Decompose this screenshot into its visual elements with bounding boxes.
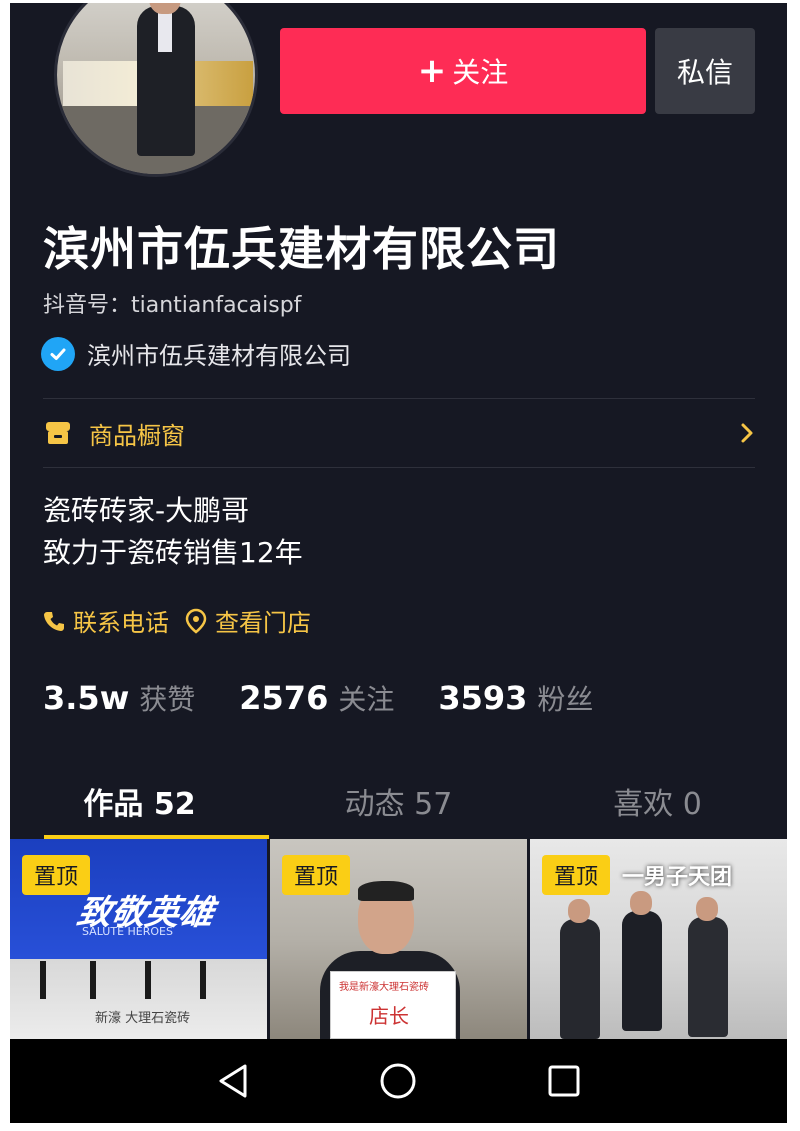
video-grid: 致敬英雄 SALUTE HEROES 新濠 大理石瓷砖 置顶 我是新濠大理石瓷砖… xyxy=(10,839,787,1039)
plus-icon: + xyxy=(417,51,447,91)
stat-followers[interactable]: 3593 粉丝 xyxy=(438,678,593,718)
message-button[interactable]: 私信 xyxy=(655,28,755,114)
profile-screen: + 关注 私信 滨州市伍兵建材有限公司 抖音号：tiantianfacaispf… xyxy=(10,3,787,1123)
nav-recent-icon xyxy=(548,1065,580,1097)
followers-count: 3593 xyxy=(438,679,528,717)
showcase-label: 商品橱窗 xyxy=(89,421,185,450)
nav-back-button[interactable] xyxy=(203,1051,263,1111)
avatar-shirt xyxy=(158,12,172,52)
nav-home-icon xyxy=(380,1063,416,1099)
video-thumbnail[interactable]: 我是新濠大理石瓷砖 店长 置顶 xyxy=(270,839,527,1039)
verified-name: 滨州市伍兵建材有限公司 xyxy=(87,342,351,370)
video-person xyxy=(622,911,662,1031)
likes-count: 3.5w xyxy=(43,679,130,717)
follow-button[interactable]: + 关注 xyxy=(280,28,646,114)
store-label: 查看门店 xyxy=(215,609,311,637)
stat-likes[interactable]: 3.5w 获赞 xyxy=(43,678,195,718)
divider xyxy=(43,467,755,468)
followers-label: 粉丝 xyxy=(537,683,594,716)
nav-home-button[interactable] xyxy=(368,1051,428,1111)
decor-bar xyxy=(40,961,46,999)
video-person-head xyxy=(568,899,590,923)
follow-button-label: 关注 xyxy=(452,56,509,89)
bio-line: 致力于瓷砖销售12年 xyxy=(43,536,303,569)
message-button-label: 私信 xyxy=(676,56,733,89)
video-sub-text: SALUTE HEROES xyxy=(82,925,173,938)
nav-back-icon xyxy=(219,1064,247,1098)
chevron-right-icon xyxy=(741,423,753,443)
following-label: 关注 xyxy=(338,683,395,716)
avatar[interactable] xyxy=(54,3,258,177)
phone-icon xyxy=(44,611,64,631)
tab-works[interactable]: 作品 52 xyxy=(10,763,269,839)
pinned-badge: 置顶 xyxy=(282,855,351,895)
system-nav-bar xyxy=(10,1039,787,1123)
bio-line: 瓷砖砖家-大鹏哥 xyxy=(43,494,250,527)
bio: 瓷砖砖家-大鹏哥 致力于瓷砖销售12年 xyxy=(43,490,303,574)
video-person-head xyxy=(696,897,718,921)
contact-phone-button[interactable]: 联系电话 xyxy=(43,603,169,638)
phone-label: 联系电话 xyxy=(73,609,169,637)
video-sign: 我是新濠大理石瓷砖 店长 xyxy=(330,971,456,1039)
nav-recent-button[interactable] xyxy=(534,1051,594,1111)
verification-row: 滨州市伍兵建材有限公司 xyxy=(41,336,351,371)
video-person-head xyxy=(630,891,652,915)
sign-line: 店长 xyxy=(369,1004,409,1028)
likes-label: 获赞 xyxy=(139,683,196,716)
video-person xyxy=(560,919,600,1039)
video-overlay-text: 一男子天团 xyxy=(622,865,733,890)
product-showcase-row[interactable]: 商品橱窗 xyxy=(43,399,755,467)
pinned-badge: 置顶 xyxy=(542,855,611,895)
video-store-text: 新濠 大理石瓷砖 xyxy=(95,1011,191,1026)
verified-check-icon xyxy=(41,336,75,371)
sign-line: 我是新濠大理石瓷砖 xyxy=(339,982,429,993)
decor-bar xyxy=(90,961,96,999)
video-thumbnail[interactable]: 致敬英雄 SALUTE HEROES 新濠 大理石瓷砖 置顶 xyxy=(10,839,267,1039)
stat-following[interactable]: 2576 关注 xyxy=(239,678,394,718)
contact-row: 联系电话 查看门店 xyxy=(43,603,321,638)
video-person xyxy=(688,917,728,1037)
decor-bar xyxy=(145,961,151,999)
contact-store-button[interactable]: 查看门店 xyxy=(185,603,311,638)
shop-icon xyxy=(46,422,70,444)
video-person-hair xyxy=(358,881,414,901)
douyin-id[interactable]: 抖音号：tiantianfacaispf xyxy=(43,287,301,319)
location-pin-icon xyxy=(185,608,207,634)
stats-row: 3.5w 获赞 2576 关注 3593 粉丝 xyxy=(43,678,593,718)
following-count: 2576 xyxy=(239,679,329,717)
pinned-badge: 置顶 xyxy=(22,855,91,895)
decor-bar xyxy=(200,961,206,999)
content-tabs: 作品 52 动态 57 喜欢 0 xyxy=(10,763,787,839)
tab-activity[interactable]: 动态 57 xyxy=(269,763,528,839)
video-thumbnail[interactable]: 一男子天团 置顶 xyxy=(530,839,787,1039)
profile-name: 滨州市伍兵建材有限公司 xyxy=(43,222,560,276)
tab-likes[interactable]: 喜欢 0 xyxy=(528,763,787,839)
